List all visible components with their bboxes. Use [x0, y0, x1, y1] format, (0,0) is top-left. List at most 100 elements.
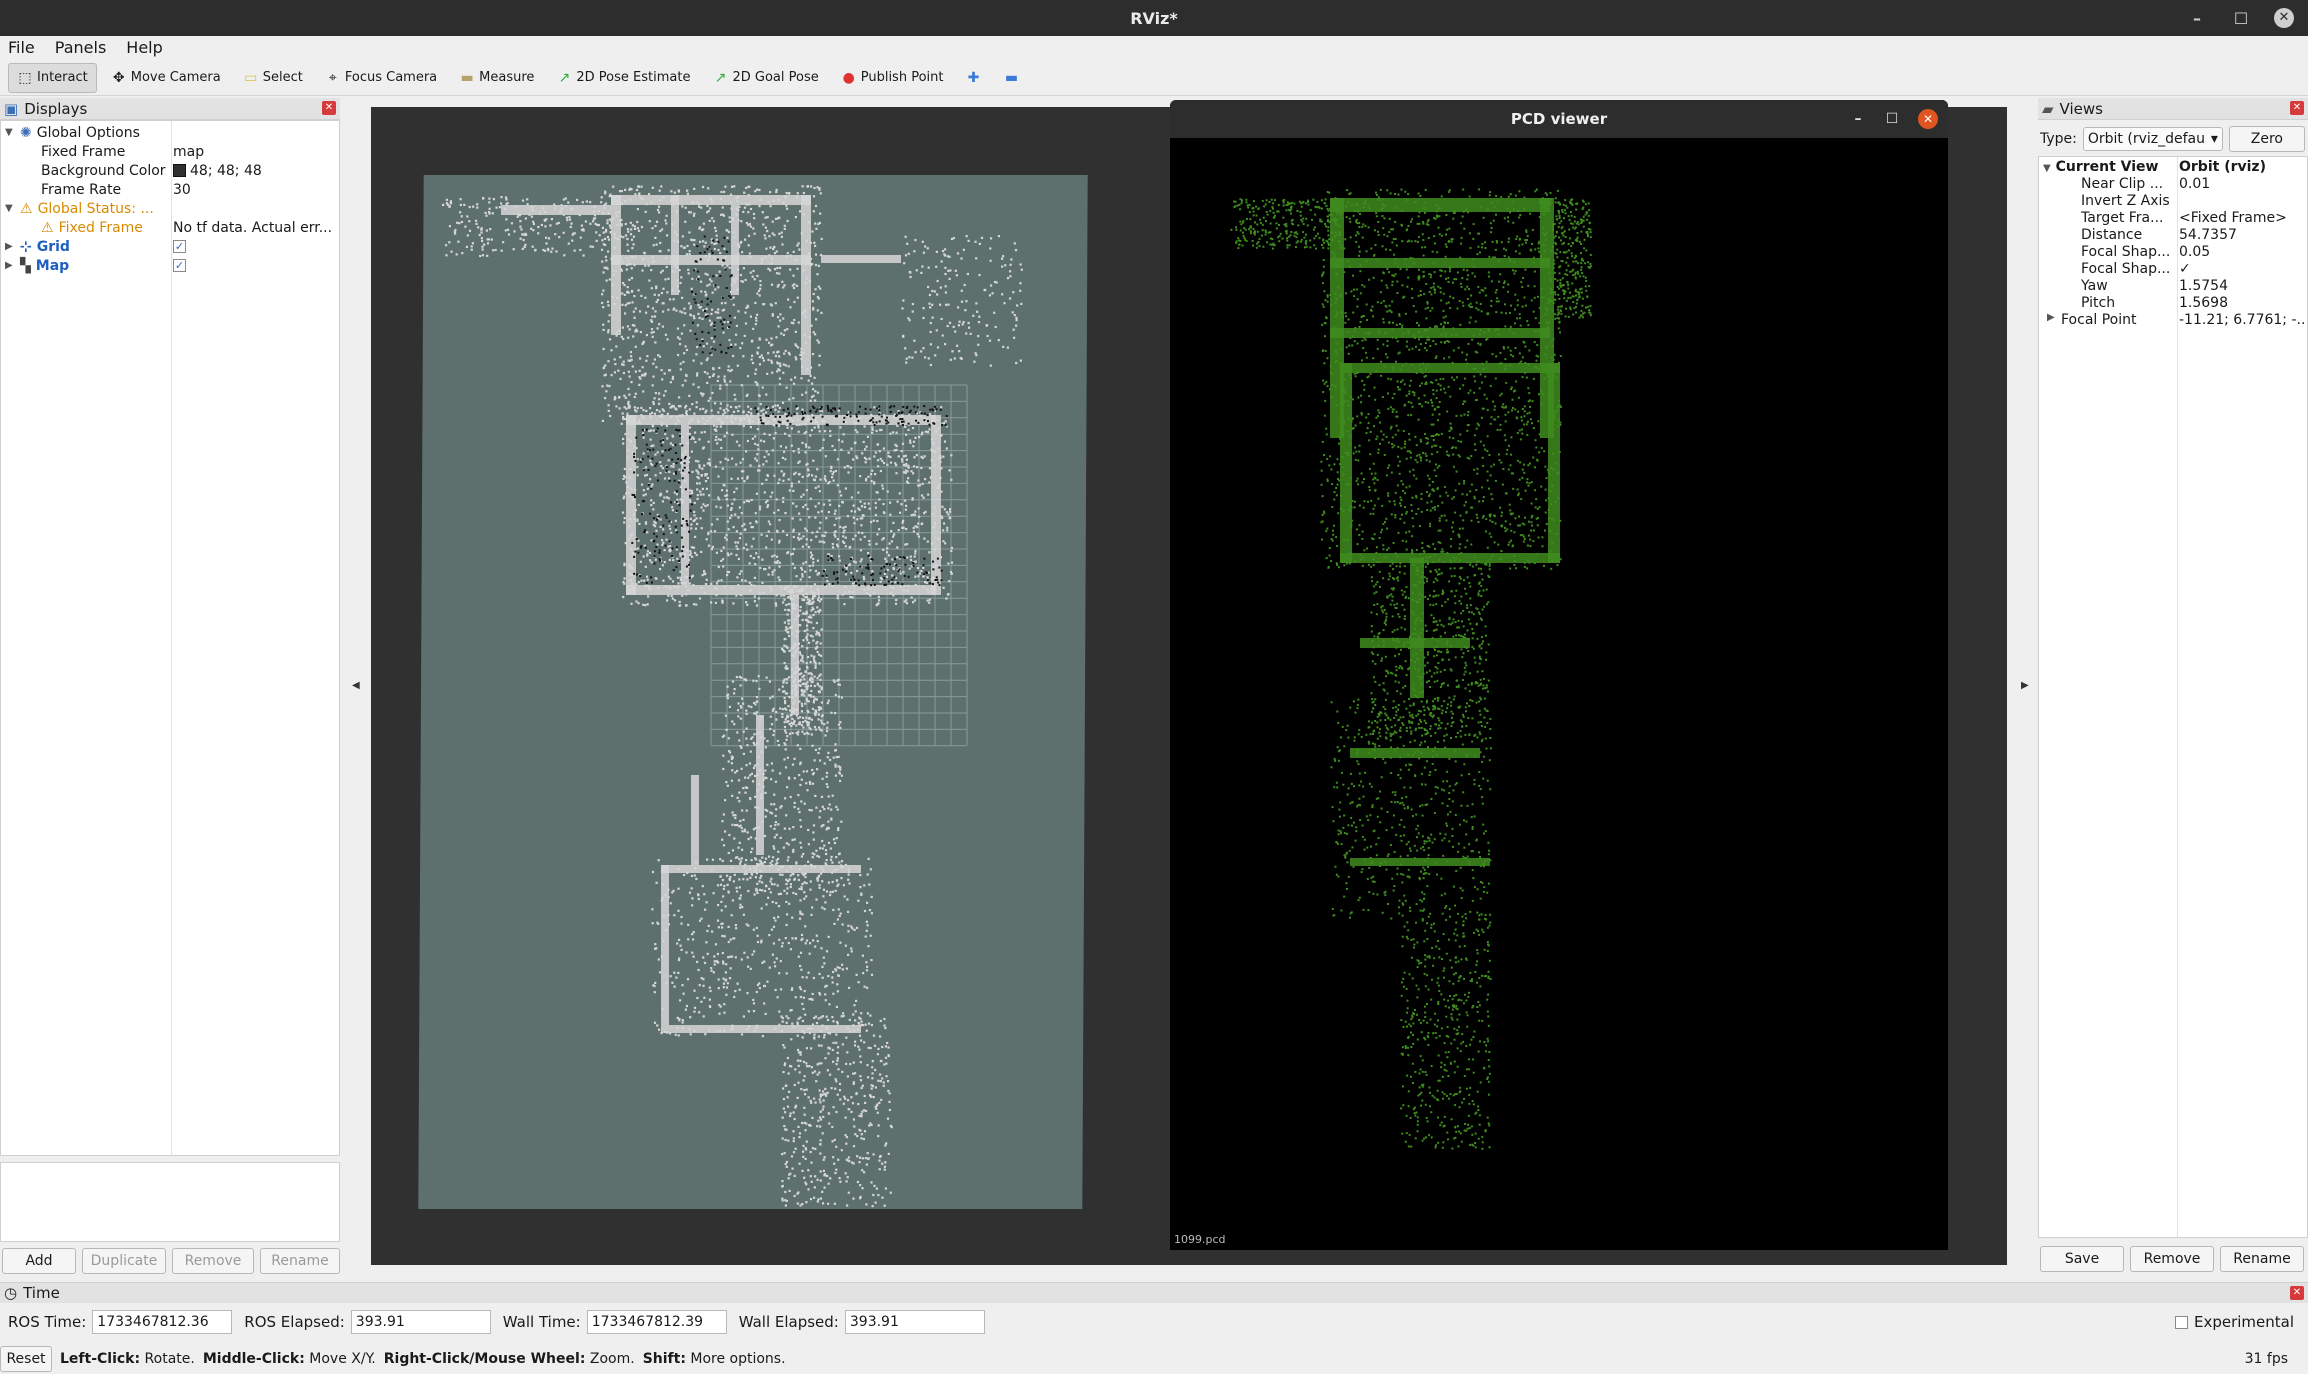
view-property-row[interactable]: Target Fra... <Fixed Frame>	[2039, 210, 2307, 227]
window-title: RViz*	[1130, 8, 1178, 28]
tree-row-fixed-frame[interactable]: Fixed Frame map	[1, 142, 339, 161]
save-button[interactable]: Save	[2040, 1246, 2124, 1272]
view-property-row[interactable]: Pitch 1.5698	[2039, 295, 2307, 312]
close-icon[interactable]: ✕	[2274, 8, 2294, 28]
wall-time-field[interactable]: 1733467812.39	[586, 1310, 727, 1334]
pcd-viewer-window[interactable]: PCD viewer – ☐ ✕ 1099.pcd	[1170, 100, 1948, 1250]
view-property-row[interactable]: ▶ Focal Point -11.21; 6.7761; -...	[2039, 312, 2307, 329]
left-collapse-arrow-icon[interactable]: ◀	[352, 680, 360, 691]
remove-tool-button[interactable]: ▬	[995, 63, 1027, 93]
grid-checkbox[interactable]: ✓	[173, 240, 186, 253]
property-value[interactable]: -11.21; 6.7761; -...	[2179, 312, 2305, 328]
tool-interact[interactable]: ⬚ Interact	[8, 62, 97, 93]
chevron-down-icon: ▾	[2210, 131, 2218, 147]
property-value[interactable]: 54.7357	[2179, 227, 2305, 243]
hint-key: Right-Click/Mouse Wheel:	[383, 1351, 586, 1367]
property-value[interactable]: 0.05	[2179, 244, 2305, 260]
property-value[interactable]: 0.01	[2179, 176, 2305, 192]
tree-row-current-view[interactable]: ▼ Current View Orbit (rviz)	[2039, 159, 2307, 176]
pcd-title: PCD viewer	[1510, 110, 1608, 128]
goal-pose-icon: ↗	[714, 69, 727, 86]
experimental-checkbox[interactable]	[2174, 1315, 2188, 1329]
duplicate-button[interactable]: Duplicate	[82, 1248, 166, 1274]
rename-view-button[interactable]: Rename	[2220, 1246, 2304, 1272]
remove-button[interactable]: Remove	[172, 1248, 254, 1274]
view-property-row[interactable]: Focal Shap... 0.05	[2039, 244, 2307, 261]
tree-row-global-options[interactable]: ▼ ✺ Global Options	[1, 123, 339, 142]
tool-select[interactable]: ▭ Select	[235, 63, 311, 93]
view-property-row[interactable]: Near Clip ... 0.01	[2039, 176, 2307, 193]
tool-label: Measure	[479, 70, 535, 85]
menu-help[interactable]: Help	[126, 38, 162, 57]
frame-rate-value[interactable]: 30	[173, 182, 191, 198]
tool-focus-camera[interactable]: ⌖ Focus Camera	[317, 63, 445, 93]
color-swatch[interactable]	[173, 164, 186, 177]
tool-2d-goal-pose[interactable]: ↗ 2D Goal Pose	[704, 63, 826, 93]
rename-button[interactable]: Rename	[260, 1248, 340, 1274]
tree-label: Global Status: ...	[37, 200, 154, 217]
map-point-layer	[442, 185, 1023, 1208]
tool-2d-pose-estimate[interactable]: ↗ 2D Pose Estimate	[548, 63, 698, 93]
expand-arrow-icon[interactable]: ▼	[5, 127, 15, 138]
experimental-toggle[interactable]: Experimental	[2174, 1313, 2294, 1331]
column-divider[interactable]	[171, 121, 172, 1155]
measure-icon: ▬	[460, 69, 474, 86]
view-property-row[interactable]: Distance 54.7357	[2039, 227, 2307, 244]
collapse-arrow-icon[interactable]: ▶	[5, 260, 15, 271]
tool-move-camera[interactable]: ✥ Move Camera	[103, 63, 229, 93]
remove-view-button[interactable]: Remove	[2130, 1246, 2214, 1272]
expand-arrow-icon[interactable]: ▼	[2043, 163, 2051, 174]
tree-row-frame-rate[interactable]: Frame Rate 30	[1, 180, 339, 199]
property-value[interactable]: 1.5698	[2179, 295, 2305, 311]
view-type-select[interactable]: Orbit (rviz_defau ▾	[2082, 127, 2223, 151]
minimize-icon[interactable]: –	[2186, 9, 2208, 28]
time-panel: ◷ Time ✕ ROS Time: 1733467812.36 ROS Ela…	[0, 1282, 2308, 1374]
close-panel-icon[interactable]: ✕	[322, 101, 336, 115]
right-collapse-arrow-icon[interactable]: ▶	[2021, 680, 2029, 691]
warning-icon: ⚠	[20, 200, 33, 217]
displays-panel: ▣ Displays ✕ ▼ ✺ Global Options Fixed Fr…	[0, 98, 340, 1283]
map-icon: ▚	[20, 257, 31, 274]
tree-row-grid[interactable]: ▶ ⊹ Grid ✓	[1, 237, 339, 256]
tree-row-map[interactable]: ▶ ▚ Map ✓	[1, 256, 339, 275]
add-tool-button[interactable]: ✚	[957, 63, 989, 93]
tree-row-status-fixed-frame[interactable]: ⚠ Fixed Frame No tf data. Actual err...	[1, 218, 339, 237]
wall-elapsed-field[interactable]: 393.91	[844, 1310, 985, 1334]
clock-icon: ◷	[4, 1284, 18, 1302]
view-property-row[interactable]: Yaw 1.5754	[2039, 278, 2307, 295]
reset-button[interactable]: Reset	[0, 1346, 52, 1372]
collapse-arrow-icon[interactable]: ▶	[2047, 312, 2057, 323]
map-checkbox[interactable]: ✓	[173, 259, 186, 272]
minimize-icon[interactable]: –	[1850, 111, 1866, 127]
view-type-row: Type: Orbit (rviz_defau ▾ Zero	[2040, 126, 2306, 152]
property-value[interactable]: <Fixed Frame>	[2179, 210, 2305, 226]
property-value[interactable]: 1.5754	[2179, 278, 2305, 294]
pcd-title-bar[interactable]: PCD viewer – ☐ ✕	[1170, 100, 1948, 138]
background-value[interactable]: 48; 48; 48	[190, 163, 262, 179]
zero-button[interactable]: Zero	[2228, 126, 2305, 152]
point-cloud-canvas[interactable]	[1170, 138, 1948, 1250]
ros-time-field[interactable]: 1733467812.36	[92, 1310, 233, 1334]
tree-row-background-color[interactable]: Background Color 48; 48; 48	[1, 161, 339, 180]
minus-icon: ▬	[1004, 69, 1019, 86]
tree-row-global-status[interactable]: ▼ ⚠ Global Status: ...	[1, 199, 339, 218]
menu-file[interactable]: File	[8, 38, 35, 57]
expand-arrow-icon[interactable]: ▼	[5, 203, 15, 214]
ros-elapsed-field[interactable]: 393.91	[350, 1310, 491, 1334]
maximize-icon[interactable]: ☐	[1884, 111, 1900, 127]
tool-measure[interactable]: ▬ Measure	[451, 63, 542, 93]
add-button[interactable]: Add	[2, 1248, 76, 1274]
property-value[interactable]: ✓	[2179, 261, 2305, 277]
view-property-row[interactable]: Invert Z Axis	[2039, 193, 2307, 210]
panel-title: Views	[2059, 99, 2103, 118]
collapse-arrow-icon[interactable]: ▶	[5, 241, 15, 252]
maximize-icon[interactable]: ☐	[2230, 9, 2252, 28]
tool-publish-point[interactable]: ● Publish Point	[833, 63, 952, 93]
fixed-frame-value[interactable]: map	[173, 144, 204, 160]
close-icon[interactable]: ✕	[1918, 109, 1938, 129]
view-property-row[interactable]: Focal Shap... ✓	[2039, 261, 2307, 278]
close-panel-icon[interactable]: ✕	[2290, 101, 2304, 115]
select-icon: ▭	[244, 69, 258, 86]
close-panel-icon[interactable]: ✕	[2290, 1286, 2304, 1300]
menu-panels[interactable]: Panels	[55, 38, 107, 57]
